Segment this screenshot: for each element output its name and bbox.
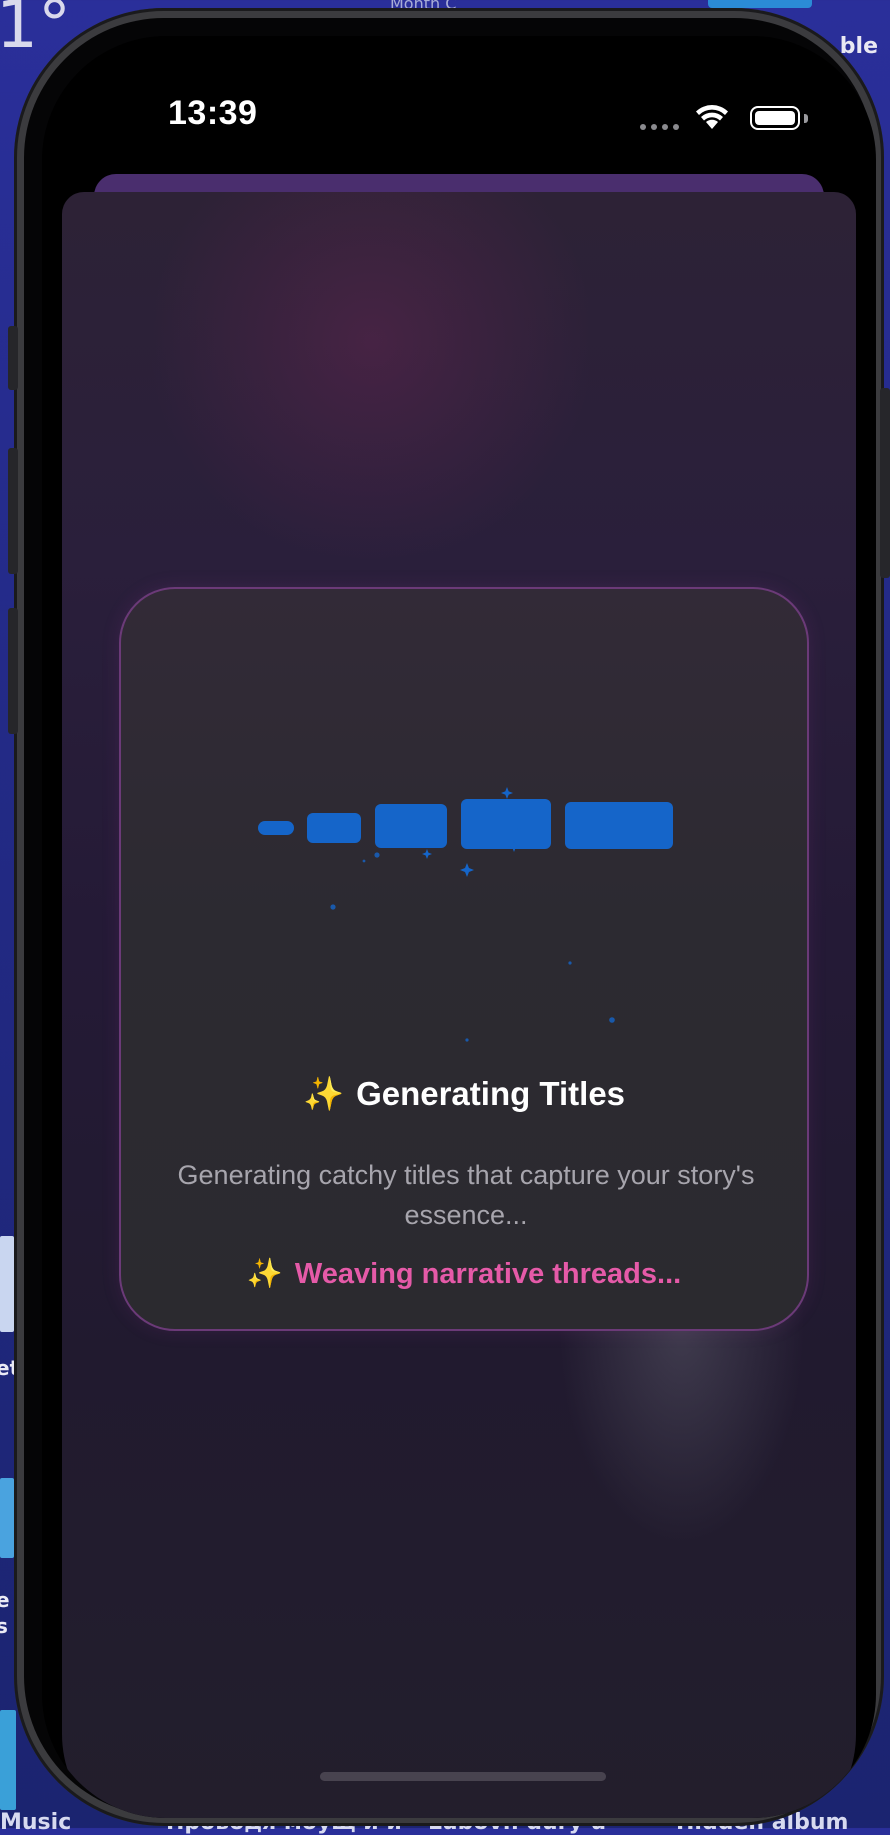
battery-icon [750, 106, 800, 130]
home-indicator[interactable] [320, 1772, 606, 1781]
loading-title-text: Generating Titles [356, 1075, 626, 1112]
loading-subtitle: Generating catchy titles that capture yo… [177, 1160, 755, 1230]
loading-bar [258, 821, 294, 835]
sparkles-icon: ✨ [302, 1075, 345, 1112]
desktop-thumbnail [0, 1236, 14, 1332]
loading-title: ✨ Generating Titles [121, 1075, 807, 1114]
sparkle-dot [517, 827, 521, 831]
phone-screen: 13:39 ✨ Generating Titles Generating cat… [42, 36, 876, 1818]
sparkle-dot [362, 859, 366, 863]
desktop-folder [0, 1710, 16, 1810]
sparkles-icon: ✨ [246, 1258, 283, 1290]
desktop-left-fragment: e [0, 1588, 10, 1612]
volume-up-button [8, 448, 18, 574]
desktop-icon-label: Music [0, 1810, 72, 1835]
sparkle-dot [465, 1038, 469, 1042]
desktop-top-right-fragment: ble [839, 34, 878, 59]
loading-bar [461, 799, 551, 849]
sparkle-star [501, 787, 513, 799]
sparkle-dot [330, 904, 336, 910]
sparkle-dot [568, 961, 572, 965]
iphone-frame: 13:39 ✨ Generating Titles Generating cat… [8, 8, 890, 1826]
power-button [880, 388, 890, 578]
loading-status-text: Weaving narrative threads... [294, 1258, 682, 1290]
sparkle-star [460, 863, 474, 877]
loading-bar [565, 802, 673, 849]
sparkle-dot [609, 1017, 615, 1023]
desktop-thumbnail [0, 1478, 14, 1558]
status-time: 13:39 [168, 94, 258, 132]
wifi-icon [696, 105, 728, 129]
loading-animation [258, 787, 673, 1042]
desktop-window-tab [708, 0, 812, 8]
volume-down-button [8, 608, 18, 734]
loading-bar [375, 804, 447, 848]
sparkle-star [422, 849, 432, 859]
loading-bar [307, 813, 361, 843]
loading-card: ✨ Generating Titles Generating catchy tit… [119, 587, 809, 1331]
signal-dots-icon [640, 124, 680, 130]
battery-cap [804, 114, 808, 123]
loading-status: ✨ Weaving narrative threads... [121, 1257, 807, 1291]
sparkle-dot [374, 852, 380, 858]
action-button [8, 326, 18, 390]
